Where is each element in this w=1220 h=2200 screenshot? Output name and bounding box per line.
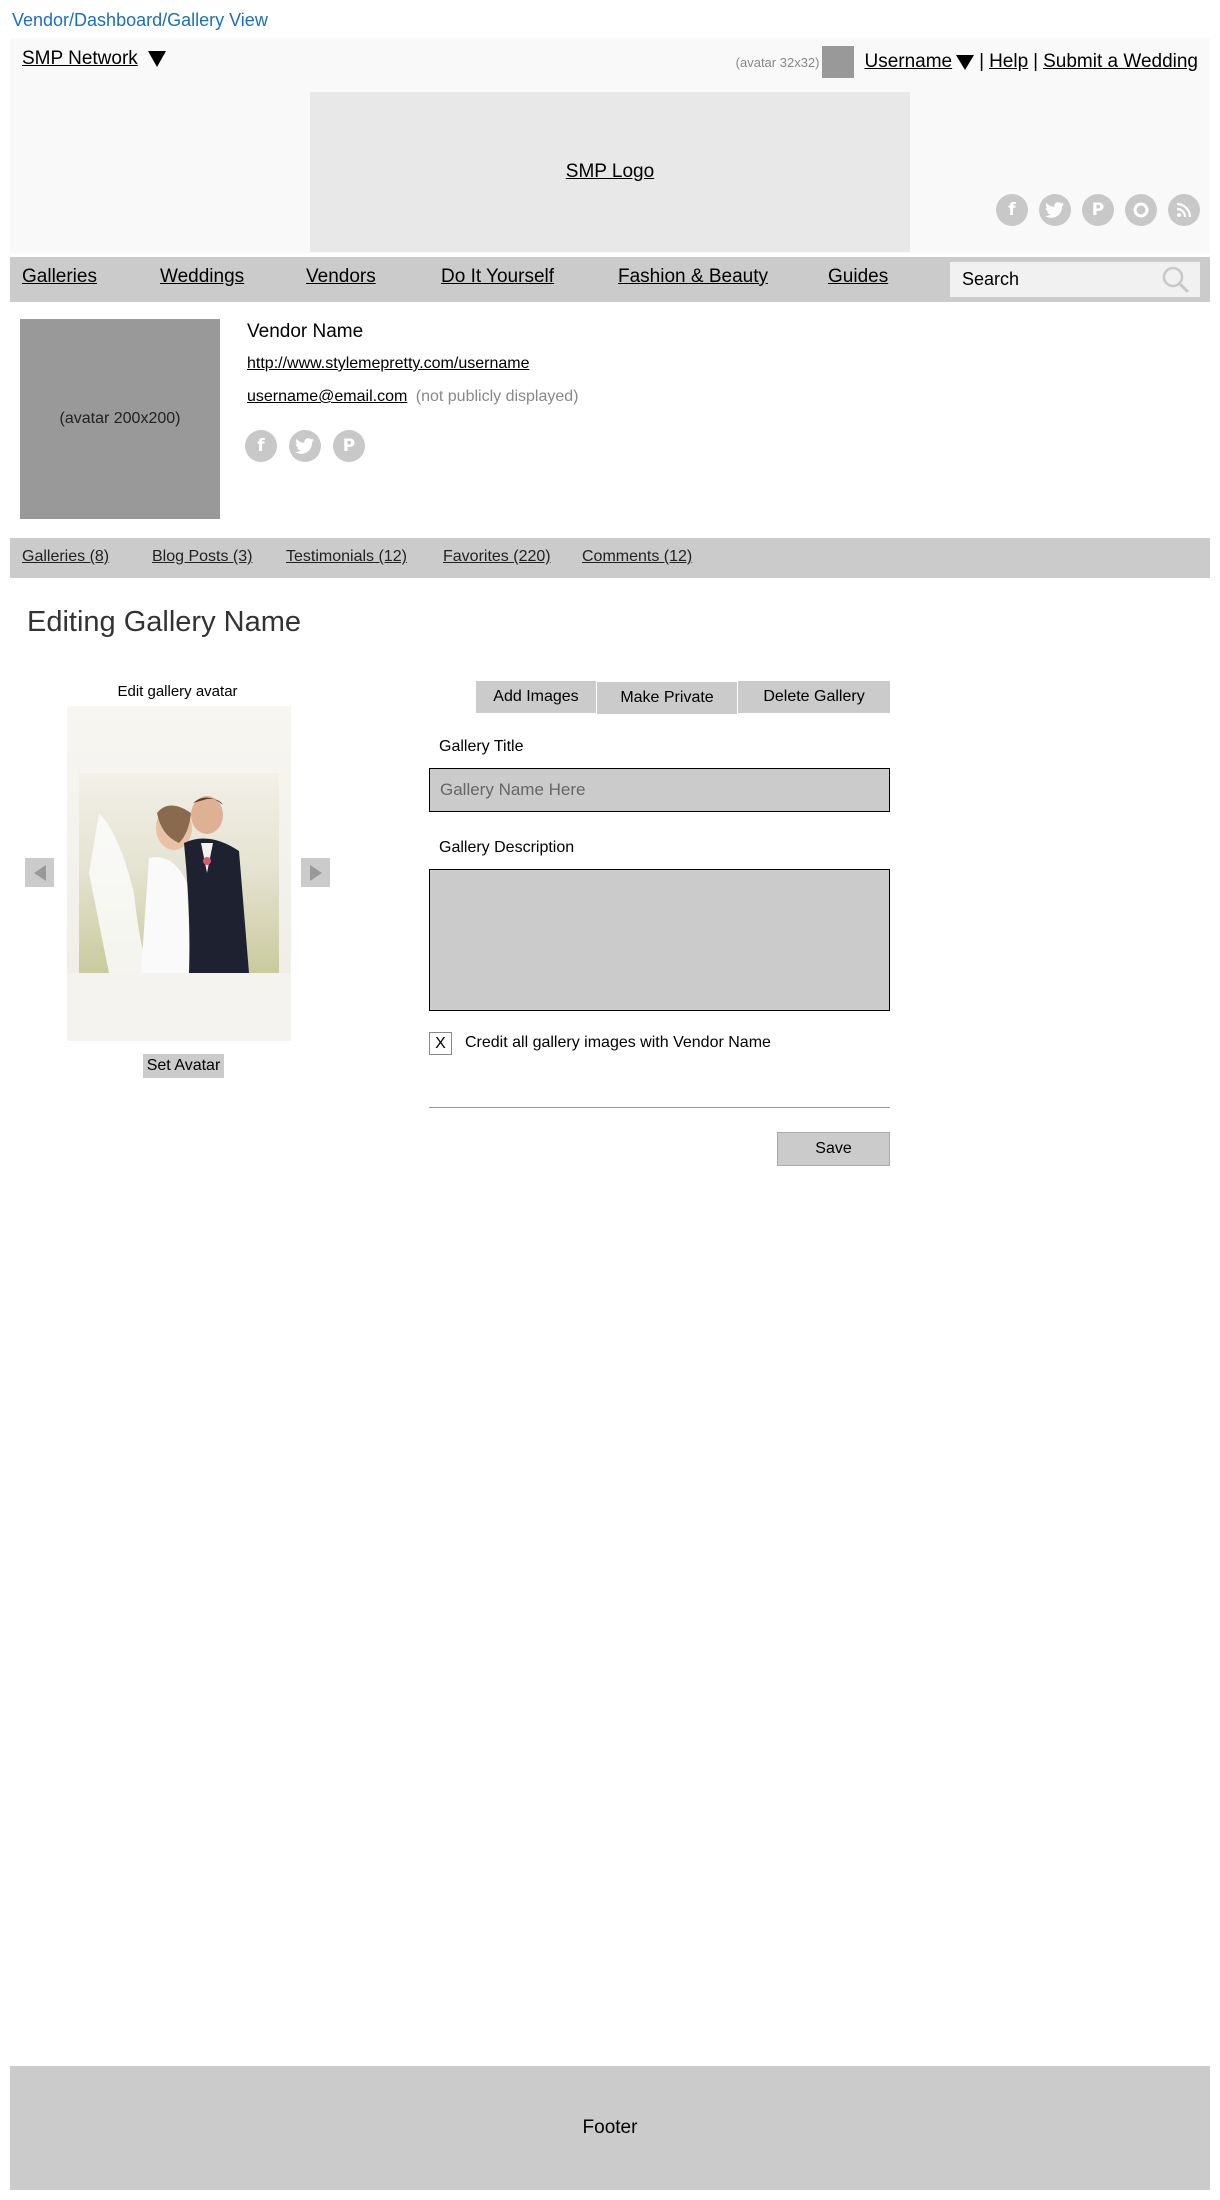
- footer: Footer: [10, 2066, 1210, 2190]
- nav-item-fashion-beauty[interactable]: Fashion & Beauty: [618, 266, 768, 288]
- tab-comments[interactable]: Comments (12): [582, 548, 692, 566]
- username-label[interactable]: Username: [864, 51, 952, 73]
- username-dropdown[interactable]: Username: [864, 51, 975, 73]
- footer-label: Footer: [582, 2117, 638, 2138]
- avatar-editor-label: Edit gallery avatar: [117, 683, 238, 700]
- header-social-icons: f P: [996, 194, 1200, 226]
- twitter-icon[interactable]: [289, 430, 321, 462]
- separator: |: [979, 51, 985, 72]
- network-dropdown[interactable]: SMP Network: [22, 48, 166, 70]
- instagram-icon[interactable]: [1125, 194, 1157, 226]
- facebook-icon[interactable]: f: [996, 194, 1028, 226]
- chevron-down-icon[interactable]: [147, 51, 166, 67]
- tab-favorites[interactable]: Favorites (220): [443, 548, 551, 566]
- make-private-button[interactable]: Make Private: [597, 682, 737, 714]
- vendor-avatar: (avatar 200x200): [20, 319, 220, 519]
- gallery-avatar-preview: [67, 706, 291, 1041]
- nav-item-galleries[interactable]: Galleries: [22, 266, 97, 288]
- wedding-photo: [79, 773, 279, 973]
- user-area: (avatar 32x32) Username | Help | Submit …: [736, 46, 1198, 78]
- pinterest-icon[interactable]: P: [1082, 194, 1114, 226]
- gallery-description-label: Gallery Description: [439, 839, 575, 856]
- nav-item-weddings[interactable]: Weddings: [160, 266, 244, 288]
- vendor-url-link[interactable]: http://www.stylemepretty.com/username: [247, 355, 529, 373]
- photo-lower-area: [67, 973, 291, 1041]
- search-input[interactable]: [962, 269, 1152, 290]
- vendor-name: Vendor Name: [247, 321, 364, 342]
- search-icon[interactable]: [1162, 266, 1190, 294]
- pinterest-icon[interactable]: P: [333, 430, 365, 462]
- twitter-icon[interactable]: [1039, 194, 1071, 226]
- nav-item-vendors[interactable]: Vendors: [306, 266, 376, 288]
- delete-gallery-button[interactable]: Delete Gallery: [738, 681, 890, 713]
- logo[interactable]: SMP Logo: [310, 92, 910, 252]
- set-avatar-button[interactable]: Set Avatar: [143, 1054, 224, 1078]
- nav-item-guides[interactable]: Guides: [828, 266, 888, 288]
- help-link[interactable]: Help: [989, 51, 1028, 73]
- facebook-icon[interactable]: f: [245, 430, 277, 462]
- gallery-title-input[interactable]: [429, 768, 890, 812]
- vendor-email: username@email.com (not publicly display…: [247, 388, 579, 406]
- rss-icon[interactable]: [1168, 194, 1200, 226]
- chevron-down-icon[interactable]: [956, 54, 975, 70]
- profile-tabs: Galleries (8) Blog Posts (3) Testimonial…: [10, 538, 1210, 578]
- previous-image-button[interactable]: [25, 858, 54, 887]
- tab-testimonials[interactable]: Testimonials (12): [286, 548, 407, 566]
- page-title: Editing Gallery Name: [27, 606, 301, 638]
- separator: |: [1033, 51, 1039, 72]
- nav-item-diy[interactable]: Do It Yourself: [441, 266, 554, 288]
- site-header: SMP Network (avatar 32x32) Username | He…: [10, 38, 1210, 253]
- gallery-title-label: Gallery Title: [439, 738, 524, 755]
- tab-blog-posts[interactable]: Blog Posts (3): [152, 548, 252, 566]
- credit-checkbox[interactable]: X: [429, 1032, 452, 1055]
- vendor-social-icons: f P: [245, 430, 365, 462]
- credit-checkbox-label: Credit all gallery images with Vendor Na…: [465, 1034, 771, 1051]
- main-nav: Galleries Weddings Vendors Do It Yoursel…: [10, 257, 1210, 302]
- network-label[interactable]: SMP Network: [22, 48, 138, 70]
- avatar-note: (avatar 32x32): [735, 54, 820, 70]
- tab-galleries[interactable]: Galleries (8): [22, 548, 109, 566]
- next-image-button[interactable]: [301, 858, 330, 887]
- arrow-left-icon: [33, 864, 46, 881]
- gallery-description-input[interactable]: [429, 869, 890, 1011]
- search-box: [950, 262, 1200, 297]
- vendor-avatar-label: (avatar 200x200): [59, 410, 181, 427]
- breadcrumb[interactable]: Vendor/Dashboard/Gallery View: [12, 10, 268, 31]
- gallery-avatar-image: [79, 773, 279, 973]
- add-images-button[interactable]: Add Images: [476, 681, 596, 713]
- logo-label[interactable]: SMP Logo: [566, 161, 654, 183]
- save-button[interactable]: Save: [777, 1132, 890, 1166]
- submit-wedding-link[interactable]: Submit a Wedding: [1043, 51, 1198, 73]
- avatar[interactable]: [822, 46, 855, 78]
- vendor-email-link[interactable]: username@email.com: [247, 388, 407, 405]
- email-privacy-note: (not publicly displayed): [415, 388, 579, 405]
- form-divider: [429, 1107, 890, 1108]
- arrow-right-icon: [309, 864, 322, 881]
